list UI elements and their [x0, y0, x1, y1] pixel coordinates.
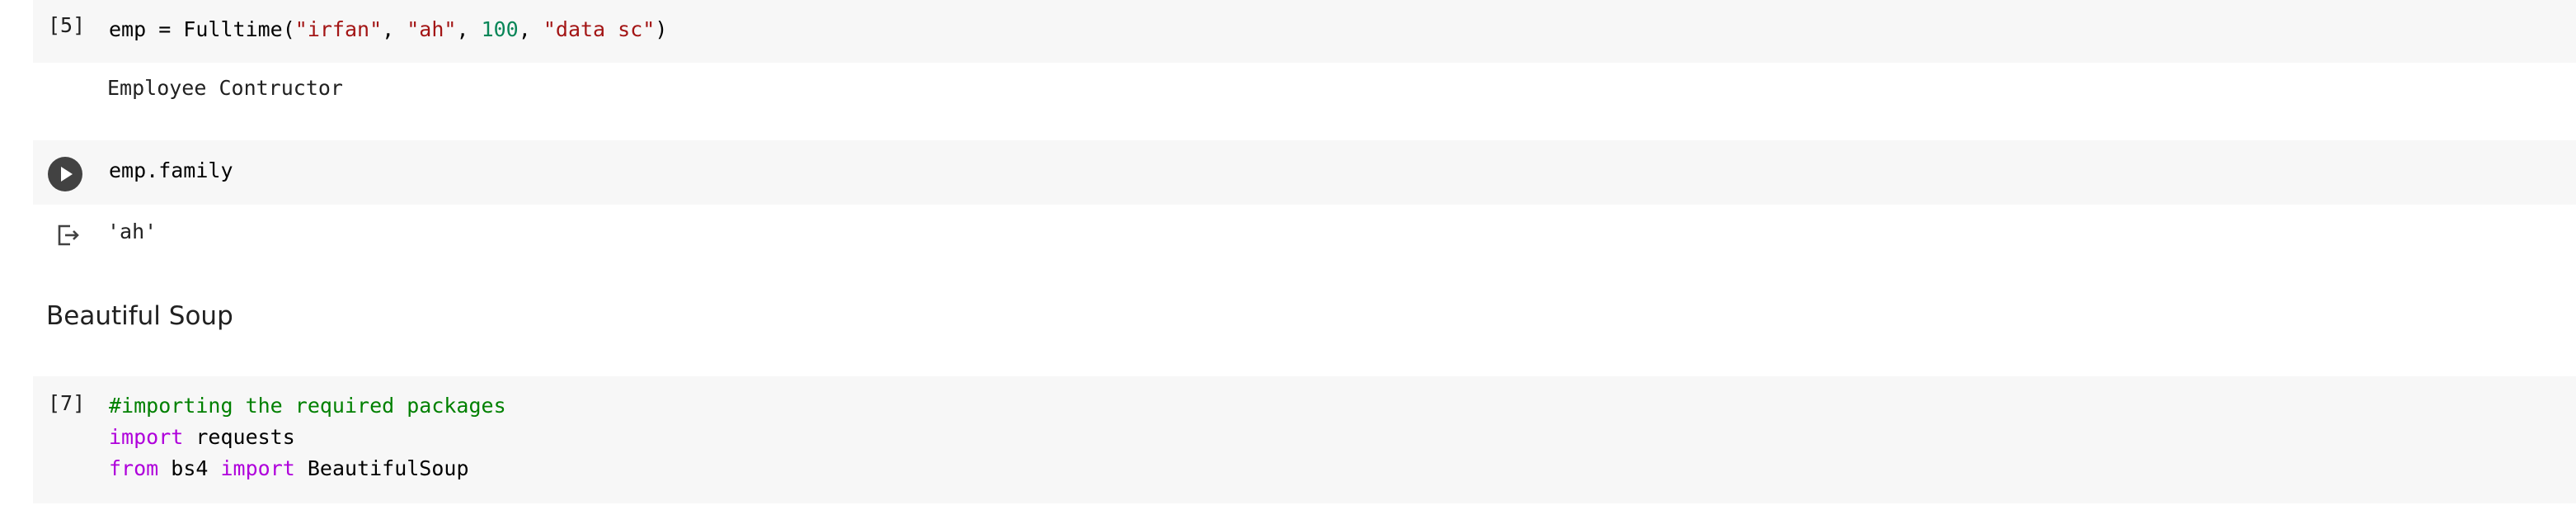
code-line[interactable]: from bs4 import BeautifulSoup [109, 453, 469, 484]
code-cell-7[interactable]: [7] #importing the required packages imp… [33, 376, 2576, 503]
code-token: , [456, 17, 482, 41]
output-arrow-icon[interactable] [54, 221, 81, 248]
keyword-token: from [109, 456, 159, 480]
string-token: "data sc" [543, 17, 656, 41]
execution-count: [5] [48, 13, 86, 37]
code-token: requests [183, 425, 295, 449]
code-line[interactable]: emp = Fulltime("irfan", "ah", 100, "data… [109, 14, 667, 45]
keyword-token: import [220, 456, 295, 480]
play-icon [61, 167, 73, 182]
code-token: bs4 [158, 456, 221, 480]
code-line[interactable]: import requests [109, 422, 295, 453]
keyword-token: import [109, 425, 184, 449]
code-token: , [518, 17, 543, 41]
notebook: [5] emp = Fulltime("irfan", "ah", 100, "… [0, 0, 2576, 510]
string-token: "irfan" [294, 17, 383, 41]
code-cell-5[interactable]: [5] emp = Fulltime("irfan", "ah", 100, "… [33, 0, 2576, 63]
code-token: emp = Fulltime( [109, 17, 295, 41]
code-comment[interactable]: #importing the required packages [109, 390, 506, 422]
code-token: BeautifulSoup [294, 456, 469, 480]
code-line[interactable]: emp.family [109, 155, 233, 187]
execution-count: [7] [48, 391, 86, 415]
markdown-heading: Beautiful Soup [46, 301, 233, 331]
cell-output: 'ah' [107, 220, 157, 243]
run-cell-button[interactable] [48, 157, 82, 191]
number-token: 100 [481, 17, 519, 41]
cell-output: Employee Contructor [107, 76, 343, 100]
code-cell-active[interactable]: emp.family [33, 140, 2576, 205]
string-token: "ah" [407, 17, 457, 41]
code-token: ) [655, 17, 668, 41]
code-token: , [382, 17, 407, 41]
